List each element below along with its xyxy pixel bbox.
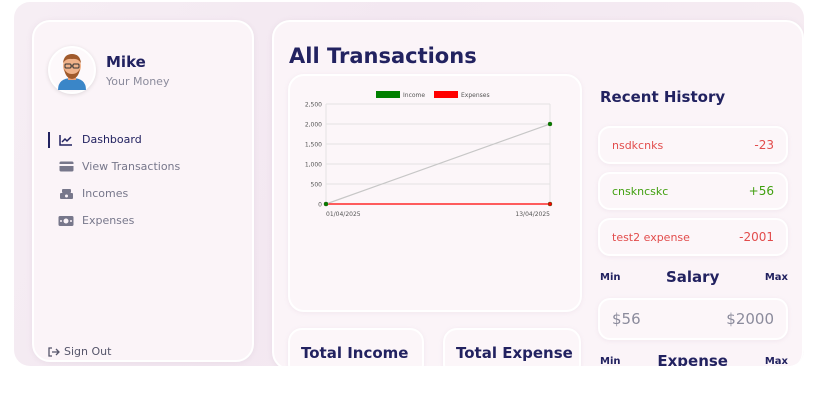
user-profile: Mike Your Money <box>48 46 169 94</box>
expense-label: Expense <box>657 352 728 366</box>
sidebar-item-incomes[interactable]: Incomes <box>48 180 180 207</box>
total-expense-label: Total Expense <box>456 344 573 362</box>
expense-range-header: Min Expense Max <box>600 352 788 366</box>
history-item-name: nsdkcnks <box>612 138 664 152</box>
sidebar-item-label: View Transactions <box>82 160 181 173</box>
history-item-name: cnskncskc <box>612 184 669 198</box>
y-tick-label: 500 <box>311 182 323 189</box>
main-panel: All Transactions 0 500 1,000 1,500 2,000 2,50… <box>272 20 804 366</box>
history-item: test2 expense -2001 <box>598 218 788 256</box>
credit-card-icon <box>58 161 74 172</box>
history-item-amount: +56 <box>748 184 774 198</box>
salary-range-header: Min Salary Max <box>600 268 788 286</box>
sidebar-nav: Dashboard View Transactions Incomes Expe… <box>48 126 180 234</box>
y-tick-label: 1,000 <box>305 162 322 169</box>
money-stack-icon <box>58 187 74 200</box>
salary-min-label: Min <box>600 271 621 283</box>
y-tick-label: 2,500 <box>305 102 322 109</box>
legend-swatch <box>434 91 458 98</box>
sidebar-item-label: Dashboard <box>82 133 142 146</box>
recent-history-title: Recent History <box>600 88 726 106</box>
expense-min-label: Min <box>600 355 621 367</box>
history-item-amount: -23 <box>754 138 774 152</box>
expense-max-label: Max <box>764 355 788 367</box>
y-tick-label: 1,500 <box>305 142 322 149</box>
y-tick-label: 0 <box>318 202 322 209</box>
history-item-amount: -2001 <box>739 230 774 244</box>
user-subtitle: Your Money <box>106 74 170 88</box>
history-item: cnskncskc +56 <box>598 172 788 210</box>
legend-label: Expenses <box>461 92 490 99</box>
salary-range-values: $56 $2000 <box>598 298 788 340</box>
legend-label: Income <box>403 92 425 99</box>
sidebar-item-label: Expenses <box>82 214 135 227</box>
user-name: Mike <box>106 52 146 71</box>
data-point-income <box>547 121 553 127</box>
salary-label: Salary <box>665 268 720 286</box>
sign-out-button[interactable]: Sign Out <box>48 345 111 358</box>
sidebar-item-label: Incomes <box>82 187 129 200</box>
sidebar: Mike Your Money Dashboard View Transacti… <box>32 20 254 362</box>
y-tick-label: 2,000 <box>305 122 322 129</box>
total-income-label: Total Income <box>301 344 409 362</box>
x-tick-label: 01/04/2025 <box>326 211 361 218</box>
sidebar-item-view-transactions[interactable]: View Transactions <box>48 153 180 180</box>
total-income-card: Total Income <box>288 328 424 366</box>
x-tick-label: 13/04/2025 <box>515 211 550 218</box>
app-window: Mike Your Money Dashboard View Transacti… <box>14 2 804 366</box>
sidebar-item-dashboard[interactable]: Dashboard <box>48 126 180 153</box>
sidebar-item-expenses[interactable]: Expenses <box>48 207 180 234</box>
money-bill-icon <box>58 215 74 227</box>
active-indicator <box>48 131 50 148</box>
total-expense-card: Total Expense <box>443 328 581 366</box>
chart-line-icon <box>58 134 74 146</box>
sign-out-icon <box>48 346 60 357</box>
transactions-chart: 0 500 1,000 1,500 2,000 2,500 01/04/2025 13/04/… <box>288 74 582 312</box>
data-point-expenses <box>547 201 553 207</box>
sign-out-label: Sign Out <box>64 345 112 358</box>
history-item: nsdkcnks -23 <box>598 126 788 164</box>
page-title: All Transactions <box>289 44 477 68</box>
avatar <box>48 46 96 94</box>
legend-swatch <box>376 91 400 98</box>
history-item-name: test2 expense <box>612 230 690 244</box>
salary-max-value: $2000 <box>726 310 774 328</box>
salary-min-value: $56 <box>612 310 641 328</box>
salary-max-label: Max <box>764 271 788 283</box>
data-point-income <box>323 201 329 207</box>
